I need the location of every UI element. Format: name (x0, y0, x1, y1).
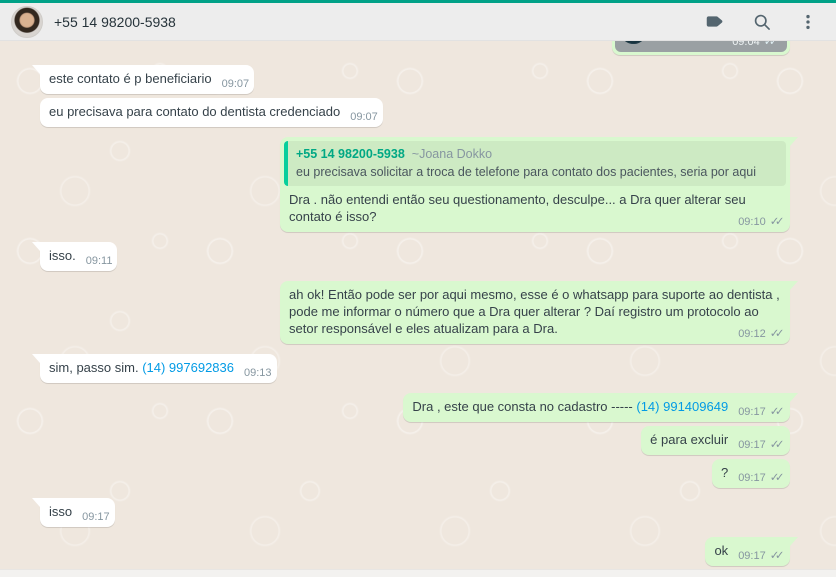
message-meta: 09:11 (86, 255, 113, 268)
message-row: este contato é p beneficiario 09:07 (31, 65, 790, 94)
message-row: ok 09:17 ✓✓ (40, 537, 798, 566)
text-segment: ok (714, 543, 729, 558)
message-meta: 09:17 ✓✓ (738, 406, 785, 419)
message-meta: 09:13 (244, 367, 272, 380)
message-text: este contato é p beneficiario (49, 71, 212, 86)
header-actions (705, 11, 818, 32)
message-text: isso. (49, 248, 76, 263)
message-time: 09:17 (738, 550, 766, 562)
message-bubble[interactable]: ? 09:17 ✓✓ (711, 459, 790, 488)
double-check-icon: ✓✓ (769, 216, 785, 228)
text-segment: Dra , este que consta no cadastro ----- (412, 399, 637, 414)
message-row: isso 09:17 (32, 498, 790, 527)
message-text: Dra . não entendi então seu questionamen… (289, 192, 746, 224)
message-bubble[interactable]: +55 14 98200-5938 ~Joana Dokko eu precisav… (280, 137, 798, 232)
message-meta: 09:17 ✓✓ (738, 472, 785, 485)
label-icon[interactable] (705, 11, 726, 32)
message-bubble[interactable]: eu precisava para contato do dentista cr… (40, 98, 383, 127)
message-text: Dra , este que consta no cadastro ----- … (412, 399, 728, 414)
text-segment: isso (49, 504, 73, 519)
message-time: 09:11 (85, 255, 113, 267)
phone-link[interactable]: (14) 997692836 (142, 360, 234, 375)
double-check-icon: ✓✓ (769, 550, 785, 562)
message-bubble[interactable]: isso. 09:11 (31, 242, 118, 271)
message-bubble[interactable]: sim, passo sim. (14) 997692836 09:13 (32, 354, 277, 383)
message-row: Dra , este que consta no cadastro ----- … (40, 393, 798, 422)
whatsapp-chat-window: +55 14 98200-5938 09:04 ✓✓ este contato … (0, 0, 836, 577)
message-time: 09:07 (221, 78, 250, 90)
message-bubble[interactable]: 09:04 ✓✓ (612, 41, 790, 55)
message-bubble[interactable]: Dra , este que consta no cadastro ----- … (403, 393, 798, 422)
message-meta: 09:10 ✓✓ (738, 216, 785, 229)
message-text: isso (49, 504, 72, 519)
message-meta: 09:04 ✓✓ (732, 41, 779, 49)
chat-header: +55 14 98200-5938 (0, 3, 836, 41)
double-check-icon: ✓✓ (769, 328, 785, 340)
message-time: 09:17 (738, 439, 766, 451)
message-text: eu precisava para contato do dentista cr… (49, 104, 340, 119)
composer-bar-edge (0, 569, 836, 577)
message-bubble[interactable]: isso 09:17 (32, 498, 115, 527)
message-row: é para excluir 09:17 ✓✓ (40, 426, 790, 455)
message-time: 09:12 (738, 328, 766, 340)
message-row: ah ok! Então pode ser por aqui mesmo, es… (40, 281, 798, 344)
message-bubble[interactable]: ok 09:17 ✓✓ (705, 537, 798, 566)
text-segment: é para excluir (650, 432, 729, 447)
sender-avatar-icon (620, 41, 647, 44)
message-row: sim, passo sim. (14) 997692836 09:13 (32, 354, 790, 383)
message-time: 09:17 (82, 511, 110, 523)
text-segment: eu precisava para contato do dentista cr… (49, 104, 341, 119)
message-bubble[interactable]: é para excluir 09:17 ✓✓ (641, 426, 790, 455)
message-time: 09:13 (244, 367, 272, 379)
double-check-icon: ✓✓ (763, 41, 779, 48)
voice-message-preview[interactable]: 09:04 ✓✓ (615, 41, 787, 52)
message-meta: 09:17 ✓✓ (738, 550, 785, 563)
message-text: sim, passo sim. (14) 997692836 (49, 360, 234, 375)
message-time: 09:04 (732, 41, 760, 48)
message-list[interactable]: 09:04 ✓✓ este contato é p beneficiario 09:0… (0, 41, 836, 569)
text-segment: isso. (49, 248, 76, 263)
message-meta: 09:07 (222, 78, 250, 91)
text-segment: ah ok! Então pode ser por aqui mesmo, es… (289, 287, 780, 336)
double-check-icon: ✓✓ (769, 472, 785, 484)
quote-author: +55 14 98200-5938 (296, 147, 405, 161)
quoted-message[interactable]: +55 14 98200-5938 ~Joana Dokko eu precisav… (284, 141, 786, 186)
message-text: ? (721, 465, 728, 480)
message-meta: 09:07 (350, 111, 378, 124)
message-time: 09:17 (738, 406, 766, 418)
message-text: é para excluir (650, 432, 728, 447)
quote-author-suffix: ~Joana Dokko (411, 147, 493, 161)
message-row: 09:04 ✓✓ (40, 41, 790, 55)
message-meta: 09:12 ✓✓ (738, 328, 785, 341)
double-check-icon: ✓✓ (769, 439, 785, 451)
text-segment: ? (720, 465, 729, 480)
message-text: ok (714, 543, 728, 558)
message-time: 09:07 (350, 111, 378, 123)
message-row: +55 14 98200-5938 ~Joana Dokko eu precisav… (40, 137, 798, 232)
text-segment: este contato é p beneficiario (49, 71, 212, 86)
message-row: ? 09:17 ✓✓ (40, 459, 790, 488)
menu-kebab-icon[interactable] (797, 11, 818, 32)
phone-link[interactable]: (14) 991409649 (636, 399, 728, 414)
message-row: isso. 09:11 (31, 242, 790, 271)
contact-title[interactable]: +55 14 98200-5938 (54, 14, 176, 30)
quote-text: eu precisava solicitar a troca de telefo… (296, 165, 758, 179)
text-segment: Dra . não entendi então seu questionamen… (289, 192, 746, 224)
message-time: 09:17 (738, 472, 766, 484)
message-time: 09:10 (738, 216, 766, 228)
message-text: ah ok! Então pode ser por aqui mesmo, es… (289, 287, 780, 336)
text-segment: sim, passo sim. (49, 360, 143, 375)
double-check-icon: ✓✓ (769, 406, 785, 418)
contact-avatar[interactable] (11, 5, 43, 38)
message-bubble[interactable]: este contato é p beneficiario 09:07 (31, 65, 255, 94)
message-meta: 09:17 (82, 511, 110, 524)
message-bubble[interactable]: ah ok! Então pode ser por aqui mesmo, es… (280, 281, 798, 344)
message-row: eu precisava para contato do dentista cr… (40, 98, 790, 127)
message-meta: 09:17 ✓✓ (738, 439, 785, 452)
search-icon[interactable] (751, 11, 772, 32)
